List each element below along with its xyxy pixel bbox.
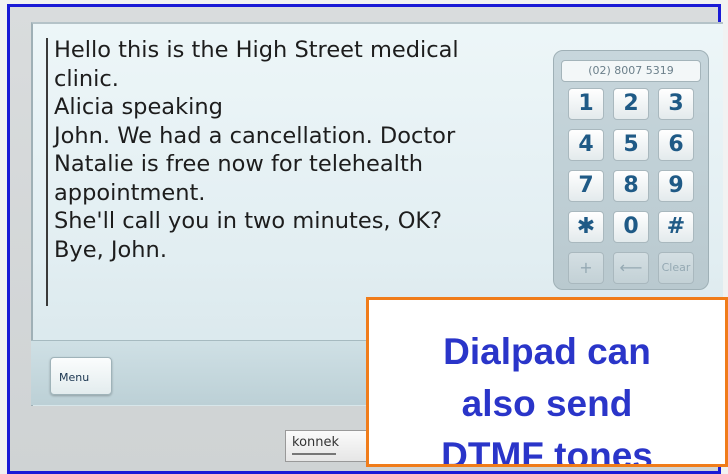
dialpad-number-display: (02) 8007 5319 xyxy=(561,60,701,82)
dialpad-key-8[interactable]: 8 xyxy=(613,170,649,202)
text-cursor xyxy=(46,38,48,306)
transcript-line: Bye, John. xyxy=(54,236,167,263)
dialpad-key-6[interactable]: 6 xyxy=(658,129,694,161)
dialpad-key-1[interactable]: 1 xyxy=(568,88,604,120)
transcript-line: Alicia speaking xyxy=(54,94,223,120)
brand-logo-text: konnek xyxy=(292,435,340,450)
transcript-text: Hello this is the High Street medical cl… xyxy=(54,36,554,264)
annotation-callout: Dialpad can also send DTMF tones xyxy=(366,297,728,467)
menu-button[interactable]: Menu xyxy=(50,357,112,395)
dialpad-backspace-icon[interactable]: ⟵ xyxy=(613,252,649,284)
dialpad-key-4[interactable]: 4 xyxy=(568,129,604,161)
dialpad-key-3[interactable]: 3 xyxy=(658,88,694,120)
dialpad-key-star-icon[interactable]: ✱ xyxy=(568,211,604,243)
dialpad-key-hash-icon[interactable]: # xyxy=(658,211,694,243)
transcript-line: John. We had a cancellation. Doctor xyxy=(54,122,456,149)
dialpad-key-7[interactable]: 7 xyxy=(568,170,604,202)
transcript-line: Hello this is the High Street medical xyxy=(54,37,459,63)
dialpad-plus-button[interactable]: + xyxy=(568,252,604,284)
callout-line: DTMF tones xyxy=(441,435,653,467)
callout-line: Dialpad can xyxy=(443,331,651,372)
transcript-line: clinic. xyxy=(54,65,119,92)
transcript-line: Natalie is free now for telehealth xyxy=(54,151,424,177)
transcript-line: She'll call you in two minutes, OK? xyxy=(54,208,443,234)
transcript-line: appointment. xyxy=(54,179,206,206)
dialpad-key-0[interactable]: 0 xyxy=(613,211,649,243)
brand-logo: konnek xyxy=(285,430,373,462)
dialpad-key-9[interactable]: 9 xyxy=(658,170,694,202)
dialpad-key-5[interactable]: 5 xyxy=(613,129,649,161)
dialpad-clear-button[interactable]: Clear xyxy=(658,252,694,284)
dialpad-key-2[interactable]: 2 xyxy=(613,88,649,120)
callout-line: also send xyxy=(461,383,633,424)
logo-tagline-mark xyxy=(292,453,336,455)
